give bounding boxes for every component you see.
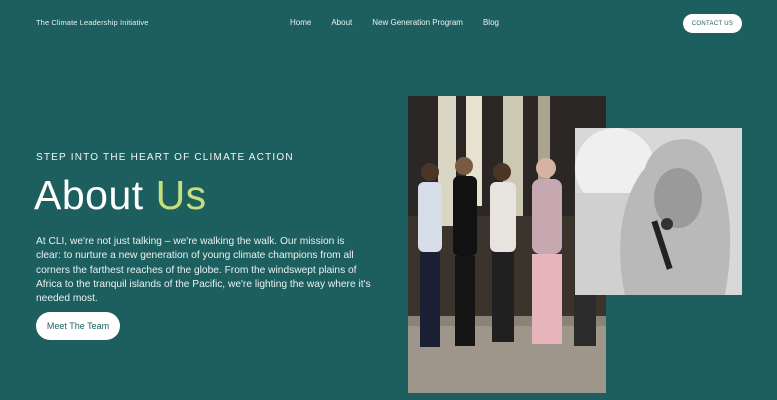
section-eyebrow: STEP INTO THE HEART OF CLIMATE ACTION [36, 152, 294, 163]
nav-new-generation-program[interactable]: New Generation Program [372, 18, 463, 27]
nav-home[interactable]: Home [290, 18, 311, 27]
speaker-photo [575, 128, 742, 295]
main-nav: Home About New Generation Program Blog [290, 18, 499, 27]
contact-us-button[interactable]: CONTACT US [683, 14, 742, 33]
page-title: About Us [34, 172, 207, 218]
nav-blog[interactable]: Blog [483, 18, 499, 27]
nav-about[interactable]: About [331, 18, 352, 27]
title-accent: Us [155, 172, 207, 218]
intro-paragraph: At CLI, we're not just talking – we're w… [36, 236, 371, 305]
title-main: About [34, 172, 144, 218]
site-brand[interactable]: The Climate Leadership Initiative [36, 18, 149, 27]
meet-the-team-button[interactable]: Meet The Team [36, 312, 120, 340]
